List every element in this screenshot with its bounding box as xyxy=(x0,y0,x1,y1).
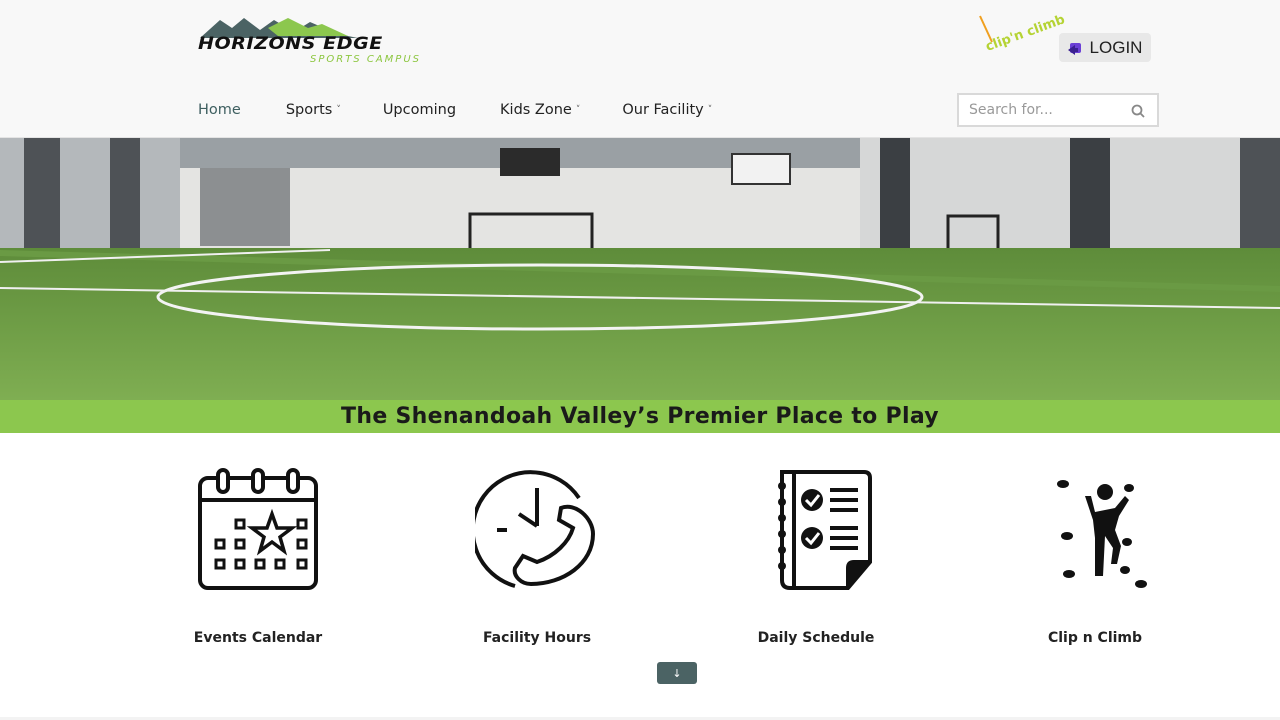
main-nav: Home Sports ˅ Upcoming Kids Zone ˅ Our F… xyxy=(198,100,712,120)
hero-image xyxy=(0,138,1280,400)
feature-label: Events Calendar xyxy=(193,630,323,646)
feature-facility-hours[interactable]: Facility Hours xyxy=(457,465,617,655)
nav-item-upcoming[interactable]: Upcoming xyxy=(383,102,456,118)
chevron-down-icon: ˅ xyxy=(707,105,713,115)
nav-item-label: Upcoming xyxy=(382,102,457,118)
arrow-down-icon: ↓ xyxy=(672,666,682,680)
nav-item-kids-zone[interactable]: Kids Zone ˅ xyxy=(500,102,580,118)
chevron-down-icon: ˅ xyxy=(336,105,341,115)
nav-item-home[interactable]: Home xyxy=(198,102,241,118)
feature-label: Facility Hours xyxy=(482,630,592,646)
nav-item-label: Our Facility xyxy=(622,102,704,118)
scroll-down-button[interactable]: ↓ xyxy=(657,662,697,684)
climber-icon xyxy=(1030,465,1160,595)
feature-label: Daily Schedule xyxy=(757,630,875,646)
horizons-edge-logo[interactable]: HORIZONS EDGE SPORTS CAMPUS xyxy=(198,14,420,70)
feature-label: Clip n Climb xyxy=(1047,630,1143,646)
nav-item-label: Kids Zone xyxy=(500,102,572,118)
feature-clip-n-climb[interactable]: Clip n Climb xyxy=(1015,465,1175,655)
nav-item-label: Home xyxy=(198,102,241,118)
calendar-star-icon xyxy=(193,465,323,595)
logo-sub-text: SPORTS CAMPUS xyxy=(310,54,421,65)
feature-daily-schedule[interactable]: Daily Schedule xyxy=(736,465,896,655)
search-box xyxy=(957,93,1159,127)
indoor-field-photo xyxy=(0,138,1280,400)
nav-item-label: Sports xyxy=(285,102,333,118)
nav-item-our-facility[interactable]: Our Facility ˅ xyxy=(622,102,712,118)
search-icon[interactable] xyxy=(1131,104,1145,118)
feature-events-calendar[interactable]: Events Calendar xyxy=(178,465,338,655)
tagline-bar: The Shenandoah Valley’s Premier Place to… xyxy=(0,400,1280,433)
clock-phone-icon xyxy=(472,465,602,595)
clip-n-climb-logo[interactable]: clip'n climb xyxy=(976,12,1067,66)
tagline-text: The Shenandoah Valley’s Premier Place to… xyxy=(341,404,939,429)
login-button[interactable]: LOGIN xyxy=(1059,33,1151,62)
login-icon xyxy=(1067,42,1081,55)
chevron-down-icon: ˅ xyxy=(575,105,581,115)
checklist-notebook-icon xyxy=(751,465,881,595)
login-label: LOGIN xyxy=(1089,37,1143,57)
nav-item-sports[interactable]: Sports ˅ xyxy=(286,102,341,118)
search-input[interactable] xyxy=(969,102,1119,118)
site-header: HORIZONS EDGE SPORTS CAMPUS clip'n climb… xyxy=(0,0,1280,138)
logo-main-text: HORIZONS EDGE xyxy=(198,34,383,54)
